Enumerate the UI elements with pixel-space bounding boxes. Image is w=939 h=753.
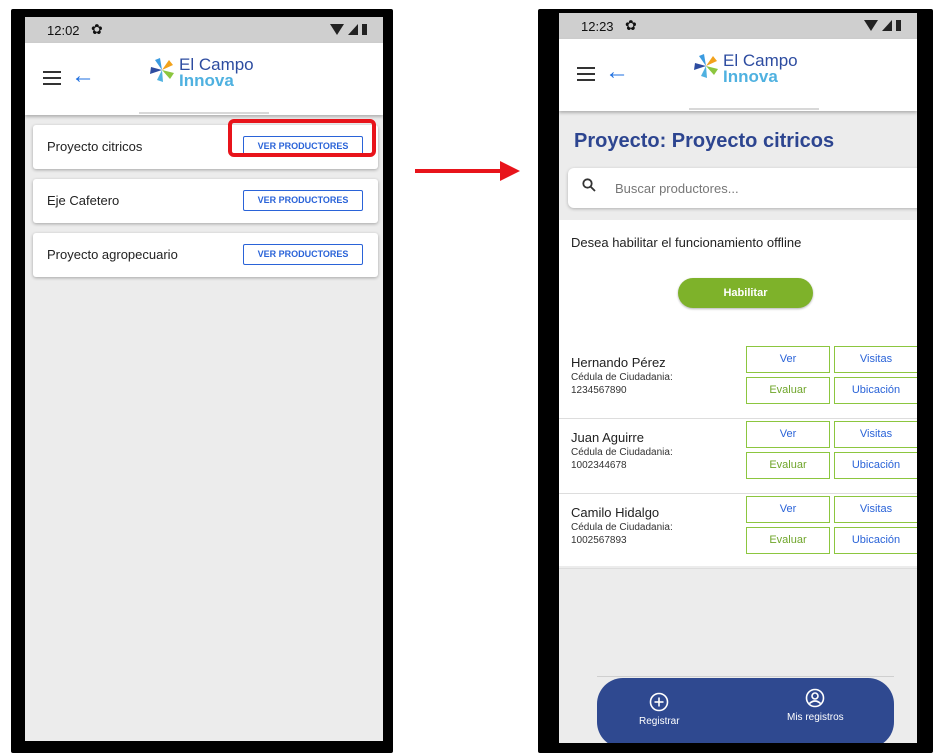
- search-placeholder: Buscar productores...: [615, 181, 739, 196]
- ver-button[interactable]: Ver: [746, 496, 830, 523]
- back-arrow-icon[interactable]: ←: [605, 58, 629, 86]
- ver-button[interactable]: Ver: [746, 421, 830, 448]
- user-circle-icon: [806, 688, 825, 708]
- logo-text-bottom: Innova: [723, 67, 778, 86]
- system-icons: [864, 20, 901, 31]
- project-card: Eje Cafetero VER PRODUCTORES: [33, 179, 378, 223]
- evaluar-button[interactable]: Evaluar: [746, 452, 830, 479]
- system-icons: [330, 24, 367, 35]
- project-name: Proyecto citricos: [47, 139, 143, 154]
- producer-id-number: 1002567893: [571, 535, 627, 546]
- nav-registrar-label: Registrar: [639, 716, 680, 727]
- project-name: Proyecto agropecuario: [47, 247, 178, 262]
- producer-id-number: 1234567890: [571, 385, 627, 396]
- page-title: Proyecto: Proyecto citricos: [574, 130, 835, 152]
- status-bar: 12:02 ✿: [25, 17, 383, 43]
- visitas-button[interactable]: Visitas: [834, 421, 917, 448]
- menu-icon[interactable]: [43, 71, 61, 85]
- transition-arrow-head: [500, 161, 520, 181]
- menu-icon[interactable]: [577, 67, 595, 81]
- producer-name: Hernando Pérez: [571, 355, 666, 370]
- ver-productores-button[interactable]: VER PRODUCTORES: [243, 244, 363, 265]
- app-logo: El Campo Innova: [149, 55, 269, 95]
- back-arrow-icon[interactable]: ←: [71, 62, 95, 90]
- battery-icon: [362, 24, 367, 35]
- ubicacion-button[interactable]: Ubicación: [834, 452, 917, 479]
- producer-id-label: Cédula de Ciudadania:: [571, 522, 673, 533]
- project-card: Proyecto agropecuario VER PRODUCTORES: [33, 233, 378, 277]
- producer-name: Camilo Hidalgo: [571, 505, 660, 520]
- project-name: Eje Cafetero: [47, 193, 120, 208]
- search-icon: [582, 178, 596, 192]
- ubicacion-button[interactable]: Ubicación: [834, 377, 917, 404]
- producer-id-label: Cédula de Ciudadania:: [571, 372, 673, 383]
- nav-registrar[interactable]: Registrar: [639, 692, 680, 727]
- producer-row: Juan Aguirre Cédula de Ciudadania: 10023…: [559, 420, 917, 494]
- status-bar: 12:23 ✿: [559, 13, 917, 39]
- logo-icon: [694, 54, 718, 78]
- producer-id-label: Cédula de Ciudadania:: [571, 447, 673, 458]
- plus-circle-icon: [649, 692, 669, 712]
- highlight-annotation-box: [228, 119, 376, 157]
- search-input[interactable]: Buscar productores...: [568, 168, 917, 208]
- transition-arrow-line: [415, 169, 503, 173]
- wifi-icon: [864, 20, 878, 31]
- habilitar-button[interactable]: Habilitar: [678, 278, 813, 308]
- gear-icon: ✿: [625, 17, 637, 33]
- logo-icon: [150, 58, 174, 82]
- producer-row: Camilo Hidalgo Cédula de Ciudadania: 100…: [559, 495, 917, 569]
- right-phone-frame: 12:23 ✿ ← El Campo Innova Proyecto: Proy…: [538, 9, 933, 753]
- nav-mis-registros[interactable]: Mis registros: [787, 688, 844, 723]
- battery-icon: [896, 20, 901, 31]
- producer-name: Juan Aguirre: [571, 430, 644, 445]
- signal-icon: [348, 24, 358, 35]
- nav-mis-registros-label: Mis registros: [787, 712, 844, 723]
- app-bar: ← El Campo Innova: [25, 43, 383, 115]
- status-time: 12:23: [581, 19, 614, 34]
- producer-row: Hernando Pérez Cédula de Ciudadania: 123…: [559, 345, 917, 419]
- tab-indicator: [139, 112, 269, 114]
- evaluar-button[interactable]: Evaluar: [746, 527, 830, 554]
- signal-icon: [882, 20, 892, 31]
- app-bar: ← El Campo Innova: [559, 39, 917, 111]
- logo-text-bottom: Innova: [179, 71, 234, 90]
- tab-indicator: [689, 108, 819, 110]
- offline-question: Desea habilitar el funcionamiento offlin…: [571, 235, 802, 250]
- evaluar-button[interactable]: Evaluar: [746, 377, 830, 404]
- app-logo: El Campo Innova: [693, 51, 813, 91]
- visitas-button[interactable]: Visitas: [834, 496, 917, 523]
- wifi-icon: [330, 24, 344, 35]
- right-phone-screen: 12:23 ✿ ← El Campo Innova Proyecto: Proy…: [559, 13, 917, 743]
- ubicacion-button[interactable]: Ubicación: [834, 527, 917, 554]
- gear-icon: ✿: [91, 21, 103, 37]
- producer-id-number: 1002344678: [571, 460, 627, 471]
- visitas-button[interactable]: Visitas: [834, 346, 917, 373]
- ver-button[interactable]: Ver: [746, 346, 830, 373]
- status-time: 12:02: [47, 23, 80, 38]
- ver-productores-button[interactable]: VER PRODUCTORES: [243, 190, 363, 211]
- producers-panel: Desea habilitar el funcionamiento offlin…: [559, 220, 917, 569]
- divider: [597, 676, 894, 677]
- bottom-nav: Registrar Mis registros: [597, 678, 894, 743]
